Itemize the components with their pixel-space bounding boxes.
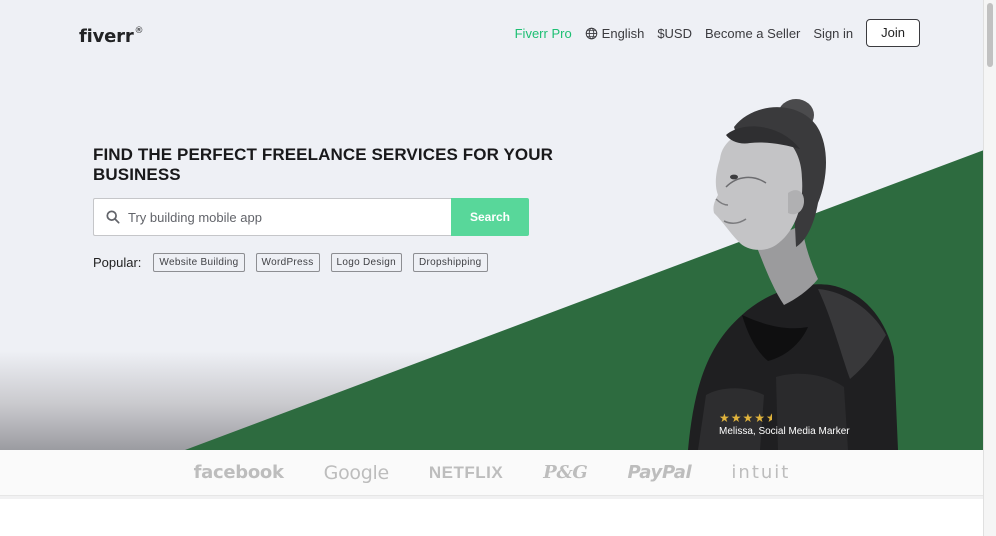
fiverr-logo[interactable]: fiverr®	[79, 26, 144, 47]
hero-section: fiverr® Fiverr Pro English $USD Become a…	[0, 0, 984, 450]
brand-logo-facebook: facebook	[193, 462, 284, 483]
popular-searches: Popular: Website Building WordPress Logo…	[93, 253, 488, 272]
brand-logo-paypal: PayPal	[627, 462, 692, 483]
brand-logo-netflix: NETFLIX	[428, 462, 504, 482]
logo-text: fiverr	[79, 26, 134, 47]
star-rating: ★★★★★	[719, 412, 850, 424]
currency-selector[interactable]: $USD	[657, 26, 692, 41]
brand-logo-intuit: intuit	[731, 462, 791, 483]
testimonial: ★★★★★ Melissa, Social Media Marker	[719, 412, 850, 437]
popular-tag-website-building[interactable]: Website Building	[153, 253, 245, 272]
join-button[interactable]: Join	[866, 19, 920, 47]
globe-icon	[585, 27, 597, 39]
logo-mark: ®	[134, 26, 144, 36]
popular-tag-wordpress[interactable]: WordPress	[255, 253, 320, 272]
search-icon	[106, 210, 120, 224]
half-star-icon: ★	[766, 412, 772, 424]
search-bar: Search	[93, 198, 529, 236]
sign-in-link[interactable]: Sign in	[813, 26, 853, 41]
trusted-by-bar: facebook Google NETFLIX P&G PayPal intui…	[0, 450, 984, 496]
hero-headline: FIND THE PERFECT FREELANCE SERVICES FOR …	[93, 145, 553, 184]
search-field-container[interactable]	[93, 198, 451, 236]
brand-logo-google: Google	[323, 461, 390, 484]
scrollbar-thumb[interactable]	[987, 3, 993, 67]
popular-label: Popular:	[93, 255, 142, 270]
top-navigation: Fiverr Pro English $USD Become a Seller …	[515, 19, 920, 47]
brand-logo-pg: P&G	[543, 462, 588, 483]
hero-person-image	[688, 99, 898, 450]
search-input[interactable]	[126, 208, 430, 226]
testimonial-caption: Melissa, Social Media Marker	[719, 426, 850, 437]
popular-tag-dropshipping[interactable]: Dropshipping	[412, 253, 488, 272]
become-seller-link[interactable]: Become a Seller	[705, 26, 800, 41]
vertical-scrollbar[interactable]	[983, 0, 996, 536]
full-stars: ★★★★	[719, 411, 767, 425]
language-selector[interactable]: English	[585, 25, 645, 41]
popular-tag-logo-design[interactable]: Logo Design	[330, 253, 402, 272]
search-button[interactable]: Search	[451, 198, 529, 236]
language-label: English	[601, 25, 645, 41]
fiverr-homepage: fiverr® Fiverr Pro English $USD Become a…	[0, 0, 996, 536]
popular-tags: Website Building WordPress Logo Design D…	[153, 253, 488, 272]
fiverr-pro-link[interactable]: Fiverr Pro	[515, 26, 572, 41]
content-section-start	[0, 496, 984, 536]
